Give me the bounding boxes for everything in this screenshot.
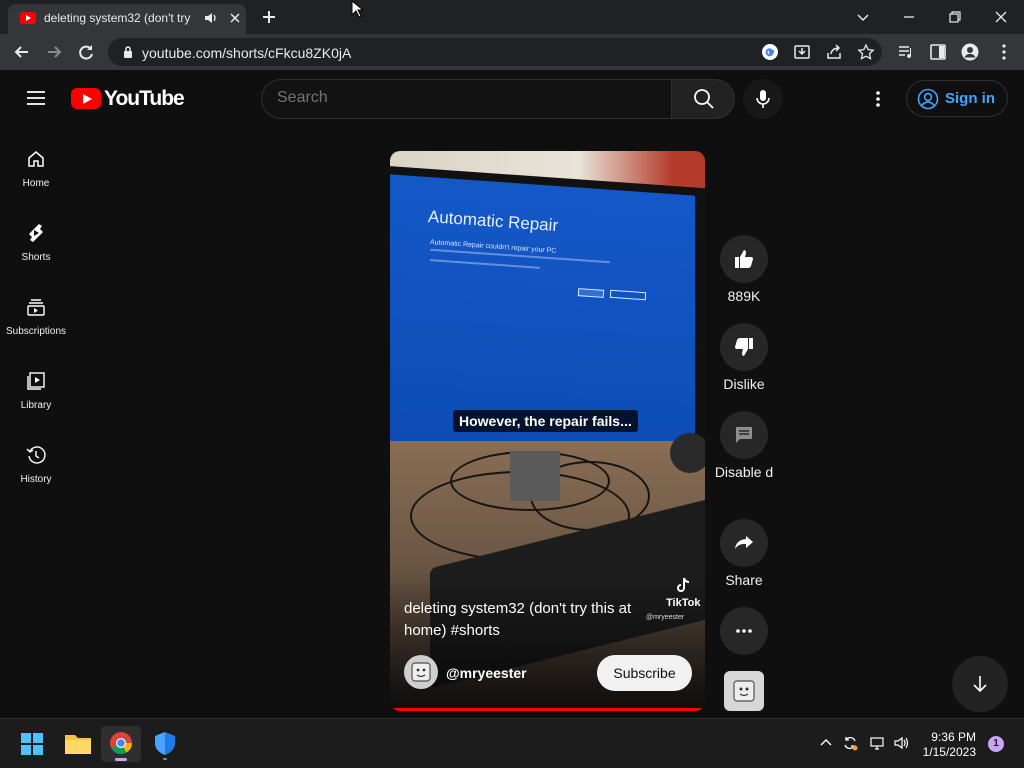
sound-thumbnail[interactable] <box>724 671 764 711</box>
search-button[interactable] <box>671 79 735 119</box>
comments-label: Disable d <box>714 464 774 480</box>
tiktok-watermark: TikTok <box>666 577 700 609</box>
tab-search-chevron-icon[interactable] <box>852 6 874 28</box>
dislike-label: Dislike <box>723 376 765 392</box>
like-button[interactable] <box>720 235 768 283</box>
restore-icon[interactable] <box>944 6 966 28</box>
sidebar-item-history[interactable]: History <box>0 437 72 507</box>
windows-start-icon[interactable] <box>12 726 52 762</box>
library-icon <box>27 372 45 390</box>
more-actions-button[interactable] <box>720 607 768 655</box>
bookmark-star-icon[interactable] <box>857 43 875 61</box>
share-arrow-icon <box>735 536 753 549</box>
youtube-wordmark[interactable]: YouTube <box>104 87 185 111</box>
tab-title: deleting system32 (don't try <box>44 11 191 25</box>
taskbar-date[interactable]: 1/15/2023 <box>918 745 976 759</box>
dislike-button[interactable] <box>720 323 768 371</box>
share-button[interactable] <box>720 519 768 567</box>
comments-button[interactable] <box>720 411 768 459</box>
google-lens-icon[interactable] <box>761 43 779 61</box>
comment-icon <box>736 427 752 443</box>
tiktok-label: TikTok <box>666 597 701 609</box>
sidebar-item-shorts[interactable]: Shorts <box>0 215 72 285</box>
notification-badge[interactable]: 1 <box>988 736 1004 752</box>
video-monitor-stand <box>510 451 560 501</box>
microphone-icon <box>756 90 770 108</box>
taskbar-time[interactable]: 9:36 PM <box>924 730 976 744</box>
next-short-button[interactable] <box>952 656 1008 712</box>
close-tab-icon[interactable] <box>228 11 242 25</box>
mouse-cursor-icon <box>351 0 363 18</box>
sidebar-item-subscriptions[interactable]: Subscriptions <box>0 289 72 359</box>
lock-icon[interactable] <box>122 45 134 59</box>
share-label: Share <box>725 572 763 588</box>
sidebar-item-library[interactable]: Library <box>0 363 72 433</box>
chrome-menu-icon[interactable] <box>995 43 1013 61</box>
install-app-icon[interactable] <box>793 43 811 61</box>
short-title[interactable]: deleting system32 (don't try this at hom… <box>404 598 662 642</box>
share-page-icon[interactable] <box>825 43 843 61</box>
url-text[interactable]: youtube.com/shorts/cFkcu8ZK0jA <box>142 45 351 61</box>
video-caption: However, the repair fails... <box>453 410 638 432</box>
subscribe-button[interactable]: Subscribe <box>597 655 692 691</box>
browser-tab[interactable]: deleting system32 (don't try <box>8 4 246 34</box>
arrow-down-icon <box>973 676 987 693</box>
sidebar-item-label: Home <box>22 178 50 189</box>
subscriptions-icon <box>27 299 45 316</box>
search-icon <box>694 89 714 109</box>
robot-face-icon <box>411 662 431 682</box>
youtube-favicon-icon <box>20 12 36 24</box>
reload-icon[interactable] <box>76 42 96 62</box>
home-icon <box>28 151 44 167</box>
tiktok-logo-icon <box>677 577 690 592</box>
chrome-taskbar-icon[interactable] <box>101 726 141 762</box>
hamburger-menu-icon[interactable] <box>26 90 46 106</box>
tray-chevron-up-icon[interactable] <box>818 735 834 751</box>
sidebar-item-label: History <box>20 474 52 485</box>
robot-face-icon <box>733 680 755 702</box>
video-speaker <box>670 433 705 473</box>
side-panel-icon[interactable] <box>929 43 947 61</box>
sync-icon[interactable] <box>842 735 858 751</box>
media-controls-icon[interactable] <box>897 43 915 61</box>
settings-more-icon[interactable] <box>868 89 888 109</box>
windows-security-icon[interactable] <box>145 726 185 762</box>
minimize-icon[interactable] <box>898 6 920 28</box>
video-screen-button <box>577 288 605 298</box>
forward-arrow-icon[interactable] <box>44 42 64 62</box>
shorts-icon <box>29 224 43 242</box>
short-video-player[interactable]: Automatic Repair Automatic Repair couldn… <box>390 151 705 711</box>
volume-icon[interactable] <box>893 735 909 751</box>
account-circle-icon <box>917 88 939 110</box>
signin-label[interactable]: Sign in <box>945 90 995 107</box>
file-explorer-icon[interactable] <box>58 726 98 762</box>
back-arrow-icon[interactable] <box>12 42 32 62</box>
thumbs-up-icon <box>735 250 753 268</box>
network-icon[interactable] <box>870 735 886 751</box>
sidebar-item-label: Library <box>20 400 52 411</box>
sidebar-item-label: Subscriptions <box>5 326 67 337</box>
search-input[interactable] <box>277 89 657 107</box>
new-tab-icon[interactable] <box>260 8 278 26</box>
sidebar-item-home[interactable]: Home <box>0 141 72 211</box>
channel-name[interactable]: @mryeester <box>446 665 527 681</box>
video-progress-bar[interactable] <box>390 708 705 711</box>
speaker-icon[interactable] <box>204 11 218 25</box>
like-count: 889K <box>727 288 761 304</box>
sidebar-item-label: Shorts <box>21 252 51 263</box>
channel-avatar[interactable] <box>404 655 438 689</box>
profile-icon[interactable] <box>961 43 979 61</box>
more-horizontal-icon <box>736 629 752 633</box>
thumbs-down-icon <box>735 338 753 356</box>
history-icon <box>26 446 46 464</box>
voice-search-button[interactable] <box>743 79 783 119</box>
youtube-logo-icon[interactable] <box>71 88 101 109</box>
close-window-icon[interactable] <box>990 6 1012 28</box>
